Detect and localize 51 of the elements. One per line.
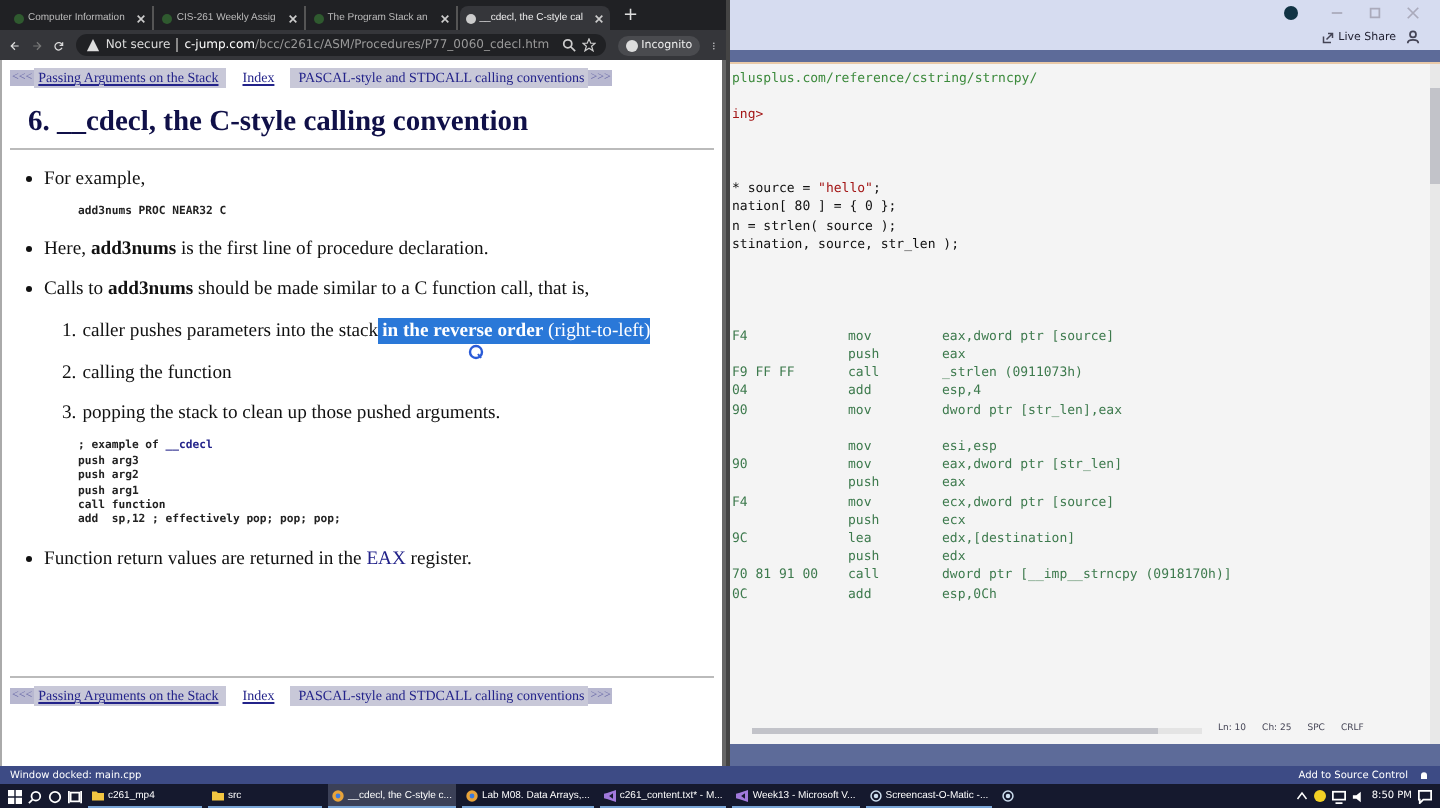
horizontal-scrollbar[interactable] [752, 727, 1202, 733]
bullet-icon [26, 555, 32, 562]
visual-studio-icon [736, 789, 749, 801]
close-icon[interactable] [439, 13, 450, 23]
chevron-up-icon[interactable] [1295, 790, 1308, 802]
bullet-text: For example, [44, 168, 146, 190]
bullet-icon [26, 286, 32, 293]
share-icon [1322, 31, 1335, 43]
vertical-scrollbar[interactable] [1430, 64, 1440, 744]
record-icon [1002, 790, 1015, 802]
close-icon[interactable] [594, 13, 605, 23]
page-heading: 6. __cdecl, the C-style calling convention [28, 106, 531, 140]
bullet-text: Calls to add3nums should be made similar to a C function call, that is, [44, 278, 590, 301]
step-text: caller pushes parameters into the stack [82, 320, 379, 343]
close-icon[interactable] [287, 13, 298, 23]
folder-icon [212, 789, 224, 801]
task-view-icon[interactable] [68, 789, 82, 803]
notification-icon[interactable] [1418, 789, 1432, 803]
circle-icon[interactable] [48, 789, 62, 803]
folder-icon [92, 789, 104, 801]
step-number: 3. [62, 402, 77, 425]
network-icon[interactable] [1331, 789, 1346, 803]
close-icon[interactable] [136, 13, 147, 23]
bullet-icon [26, 176, 32, 182]
person-icon[interactable] [1406, 30, 1420, 44]
star-icon[interactable] [581, 38, 596, 52]
visual-studio-icon [603, 789, 616, 801]
step-number: 2. [62, 362, 77, 385]
avatar-icon[interactable] [1284, 5, 1298, 19]
busy-cursor-icon [468, 344, 484, 361]
forward-icon[interactable] [31, 37, 42, 53]
step-text: popping the stack to clean up those pushed arguments. [82, 402, 501, 425]
reload-icon[interactable] [53, 37, 64, 53]
back-icon[interactable] [10, 37, 20, 53]
search-icon[interactable] [28, 789, 42, 803]
speaker-icon[interactable] [1351, 789, 1366, 803]
step-number: 1. [62, 320, 77, 343]
new-tab-button[interactable]: + [612, 5, 649, 25]
bullet-icon [26, 246, 32, 253]
browser-icon [465, 789, 478, 801]
windows-icon[interactable] [8, 789, 22, 803]
browser-icon [332, 789, 344, 801]
selected-text: in the reverse order (right-to-left) [378, 318, 651, 345]
step-text: calling the function [82, 362, 232, 385]
bullet-text: Here, add3nums is the first line of procedure declaration. [44, 238, 489, 261]
record-icon [869, 789, 882, 801]
warning-icon [85, 38, 100, 52]
bullet-text: Function return values are returned in the EAX register. [44, 547, 472, 570]
status-icon[interactable] [1313, 790, 1326, 802]
zoom-icon[interactable] [561, 38, 576, 52]
bell-icon[interactable] [1418, 769, 1430, 781]
